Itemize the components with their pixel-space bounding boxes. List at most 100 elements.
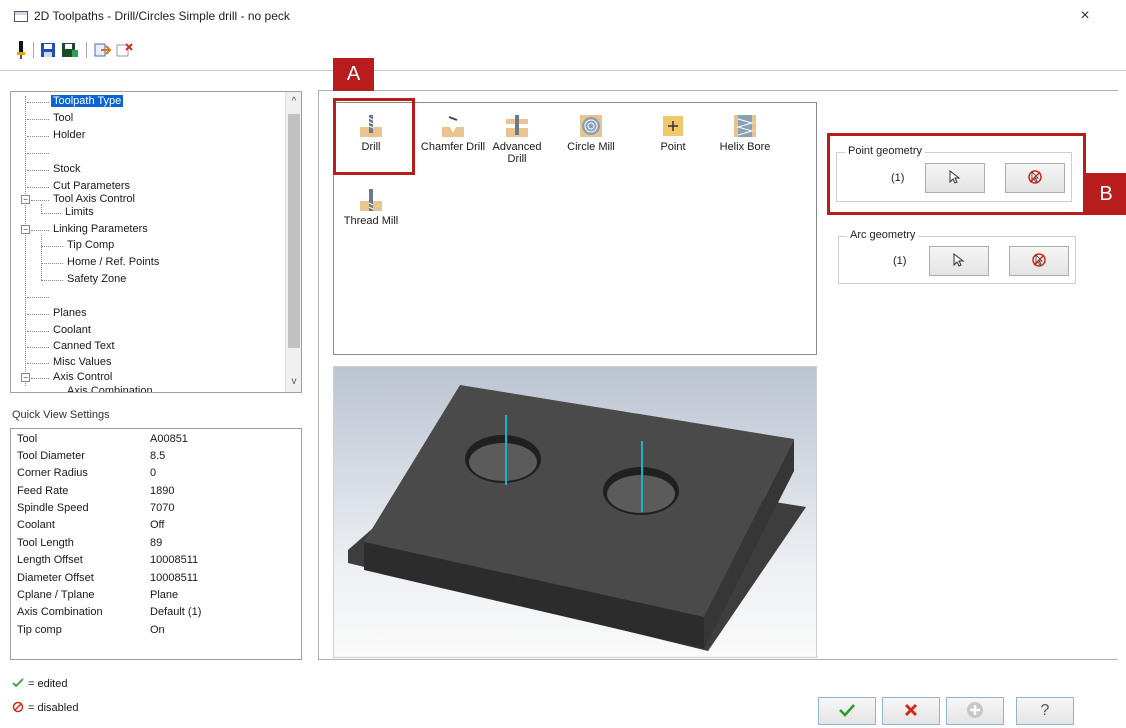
collapse-toggle-tool-axis[interactable]: − (21, 195, 30, 204)
quick-view-row: Tool Length 89 (17, 537, 297, 553)
quick-view-key: Axis Combination (17, 606, 103, 618)
legend-edited: = edited (12, 676, 67, 692)
quick-view-row: Tool Diameter 8.5 (17, 450, 297, 466)
help-button[interactable]: ? (1016, 697, 1074, 725)
add-icon (966, 701, 984, 722)
save-icon[interactable] (39, 40, 57, 60)
tree-item-canned-text[interactable]: Canned Text (27, 340, 115, 353)
checkmark-icon (12, 677, 28, 691)
quick-view-row: Tip comp On (17, 624, 297, 640)
quick-view-value: Off (150, 519, 165, 531)
quick-view-value: Plane (150, 589, 179, 601)
tree-item-limits[interactable]: Limits (41, 206, 94, 219)
ok-button[interactable] (818, 697, 876, 725)
quick-view-value: 89 (150, 537, 163, 549)
part-preview (333, 366, 817, 658)
quick-view-panel: Tool A00851 Tool Diameter 8.5 Corner Radiu… (10, 428, 302, 660)
settings-tree[interactable]: Toolpath Type Tool Holder Stock Cut Para… (10, 91, 302, 393)
ok-icon (838, 703, 856, 720)
title-bar: 2D Toolpaths - Drill/Circles Simple dril… (0, 0, 1126, 34)
chamfer-drill-icon (442, 115, 464, 137)
help-icon: ? (1040, 702, 1050, 719)
arc-geometry-title: Arc geometry (847, 229, 919, 241)
quick-view-row: Cplane / Tplane Plane (17, 589, 297, 605)
tree-item-safety-zone[interactable]: Safety Zone (41, 273, 126, 286)
quick-view-key: Corner Radius (17, 467, 88, 479)
quick-view-key: Cplane / Tplane (17, 589, 95, 601)
tree-item-tool-axis-control[interactable]: Tool Axis Control (31, 193, 135, 206)
tree-item-home-ref-points[interactable]: Home / Ref. Points (41, 256, 159, 269)
type-helix-bore[interactable]: Helix Bore (710, 115, 780, 153)
tree-item-axis-control[interactable]: Axis Control (31, 371, 112, 384)
type-point[interactable]: Point (638, 115, 708, 153)
tree-item-tip-comp[interactable]: Tip Comp (41, 239, 114, 252)
quick-view-key: Tool Length (17, 537, 74, 549)
quick-view-row: Length Offset 10008511 (17, 554, 297, 570)
collapse-toggle-axis-control[interactable]: − (21, 373, 30, 382)
quick-view-key: Tip comp (17, 624, 62, 636)
scroll-up-icon[interactable]: ^ (286, 94, 301, 110)
toolbar (0, 34, 1126, 70)
tree-item-misc-values[interactable]: Misc Values (27, 356, 111, 369)
quick-view-value: 8.5 (150, 450, 166, 462)
quick-view-key: Spindle Speed (17, 502, 89, 514)
arc-geometry-count: (1) (893, 255, 907, 267)
delete-icon[interactable] (114, 40, 134, 60)
collapse-toggle-linking[interactable]: − (21, 225, 30, 234)
add-button[interactable] (946, 697, 1004, 725)
quick-view-key: Length Offset (17, 554, 83, 566)
cancel-button[interactable] (882, 697, 940, 725)
scrollbar-thumb[interactable] (288, 114, 300, 348)
close-button[interactable]: × (1074, 5, 1096, 27)
tree-item-linking-parameters[interactable]: Linking Parameters (31, 223, 148, 236)
tree-scrollbar[interactable]: ^ v (285, 92, 301, 392)
tree-item-blank (27, 146, 53, 159)
type-advanced-drill[interactable]: Advanced Drill (482, 115, 552, 165)
quick-view-row: Corner Radius 0 (17, 467, 297, 483)
tree-item-coolant[interactable]: Coolant (27, 324, 91, 337)
import-icon[interactable] (92, 40, 112, 60)
quick-view-key: Tool (17, 433, 38, 445)
type-thread-mill[interactable]: Thread Mill (336, 189, 406, 227)
window-icon (14, 11, 28, 22)
tree-item-tool[interactable]: Tool (27, 112, 73, 125)
cancel-icon (904, 703, 918, 720)
tree-item-holder[interactable]: Holder (27, 129, 85, 142)
callout-frame-b (827, 133, 1086, 215)
tree-item-stock[interactable]: Stock (27, 163, 81, 176)
quick-view-row: Diameter Offset 10008511 (17, 572, 297, 588)
tree-item-toolpath-type[interactable]: Toolpath Type (27, 95, 124, 108)
type-chamfer-drill[interactable]: Chamfer Drill (418, 115, 488, 153)
advanced-drill-icon (506, 115, 528, 137)
tree-item-planes[interactable]: Planes (27, 307, 87, 320)
callout-a: A (333, 58, 374, 91)
arc-geometry-group: Arc geometry (1) (838, 229, 1076, 284)
clear-arcs-button[interactable] (1009, 246, 1069, 276)
quick-view-value: 7070 (150, 502, 175, 514)
tree-item-cut-parameters[interactable]: Cut Parameters (27, 180, 130, 193)
quick-view-row: Tool A00851 (17, 433, 297, 449)
quick-view-value: On (150, 624, 165, 636)
quick-view-value: Default (1) (150, 606, 202, 618)
quick-view-row: Coolant Off (17, 519, 297, 535)
toolbar-separator (33, 42, 34, 58)
tree-item-axis-combination[interactable]: Axis Combination (41, 385, 153, 392)
quick-view-key: Coolant (17, 519, 55, 531)
toolbar-divider (0, 70, 1126, 71)
helix-bore-icon (734, 115, 756, 137)
quick-view-value: 0 (150, 467, 157, 479)
tool-pin-icon[interactable] (14, 40, 28, 60)
cursor-icon (953, 252, 965, 270)
legend-disabled: = disabled (12, 700, 78, 716)
tree-guide (25, 96, 26, 386)
type-circle-mill[interactable]: Circle Mill (556, 115, 626, 153)
part-model-image (348, 385, 806, 651)
quick-view-key: Diameter Offset (17, 572, 94, 584)
quick-view-value: 1890 (150, 485, 175, 497)
select-arcs-button[interactable] (929, 246, 989, 276)
disabled-icon (12, 701, 28, 716)
point-icon (662, 115, 684, 137)
save-as-icon[interactable] (60, 40, 80, 60)
reset-selection-icon (1031, 252, 1047, 271)
scroll-down-icon[interactable]: v (286, 374, 301, 390)
